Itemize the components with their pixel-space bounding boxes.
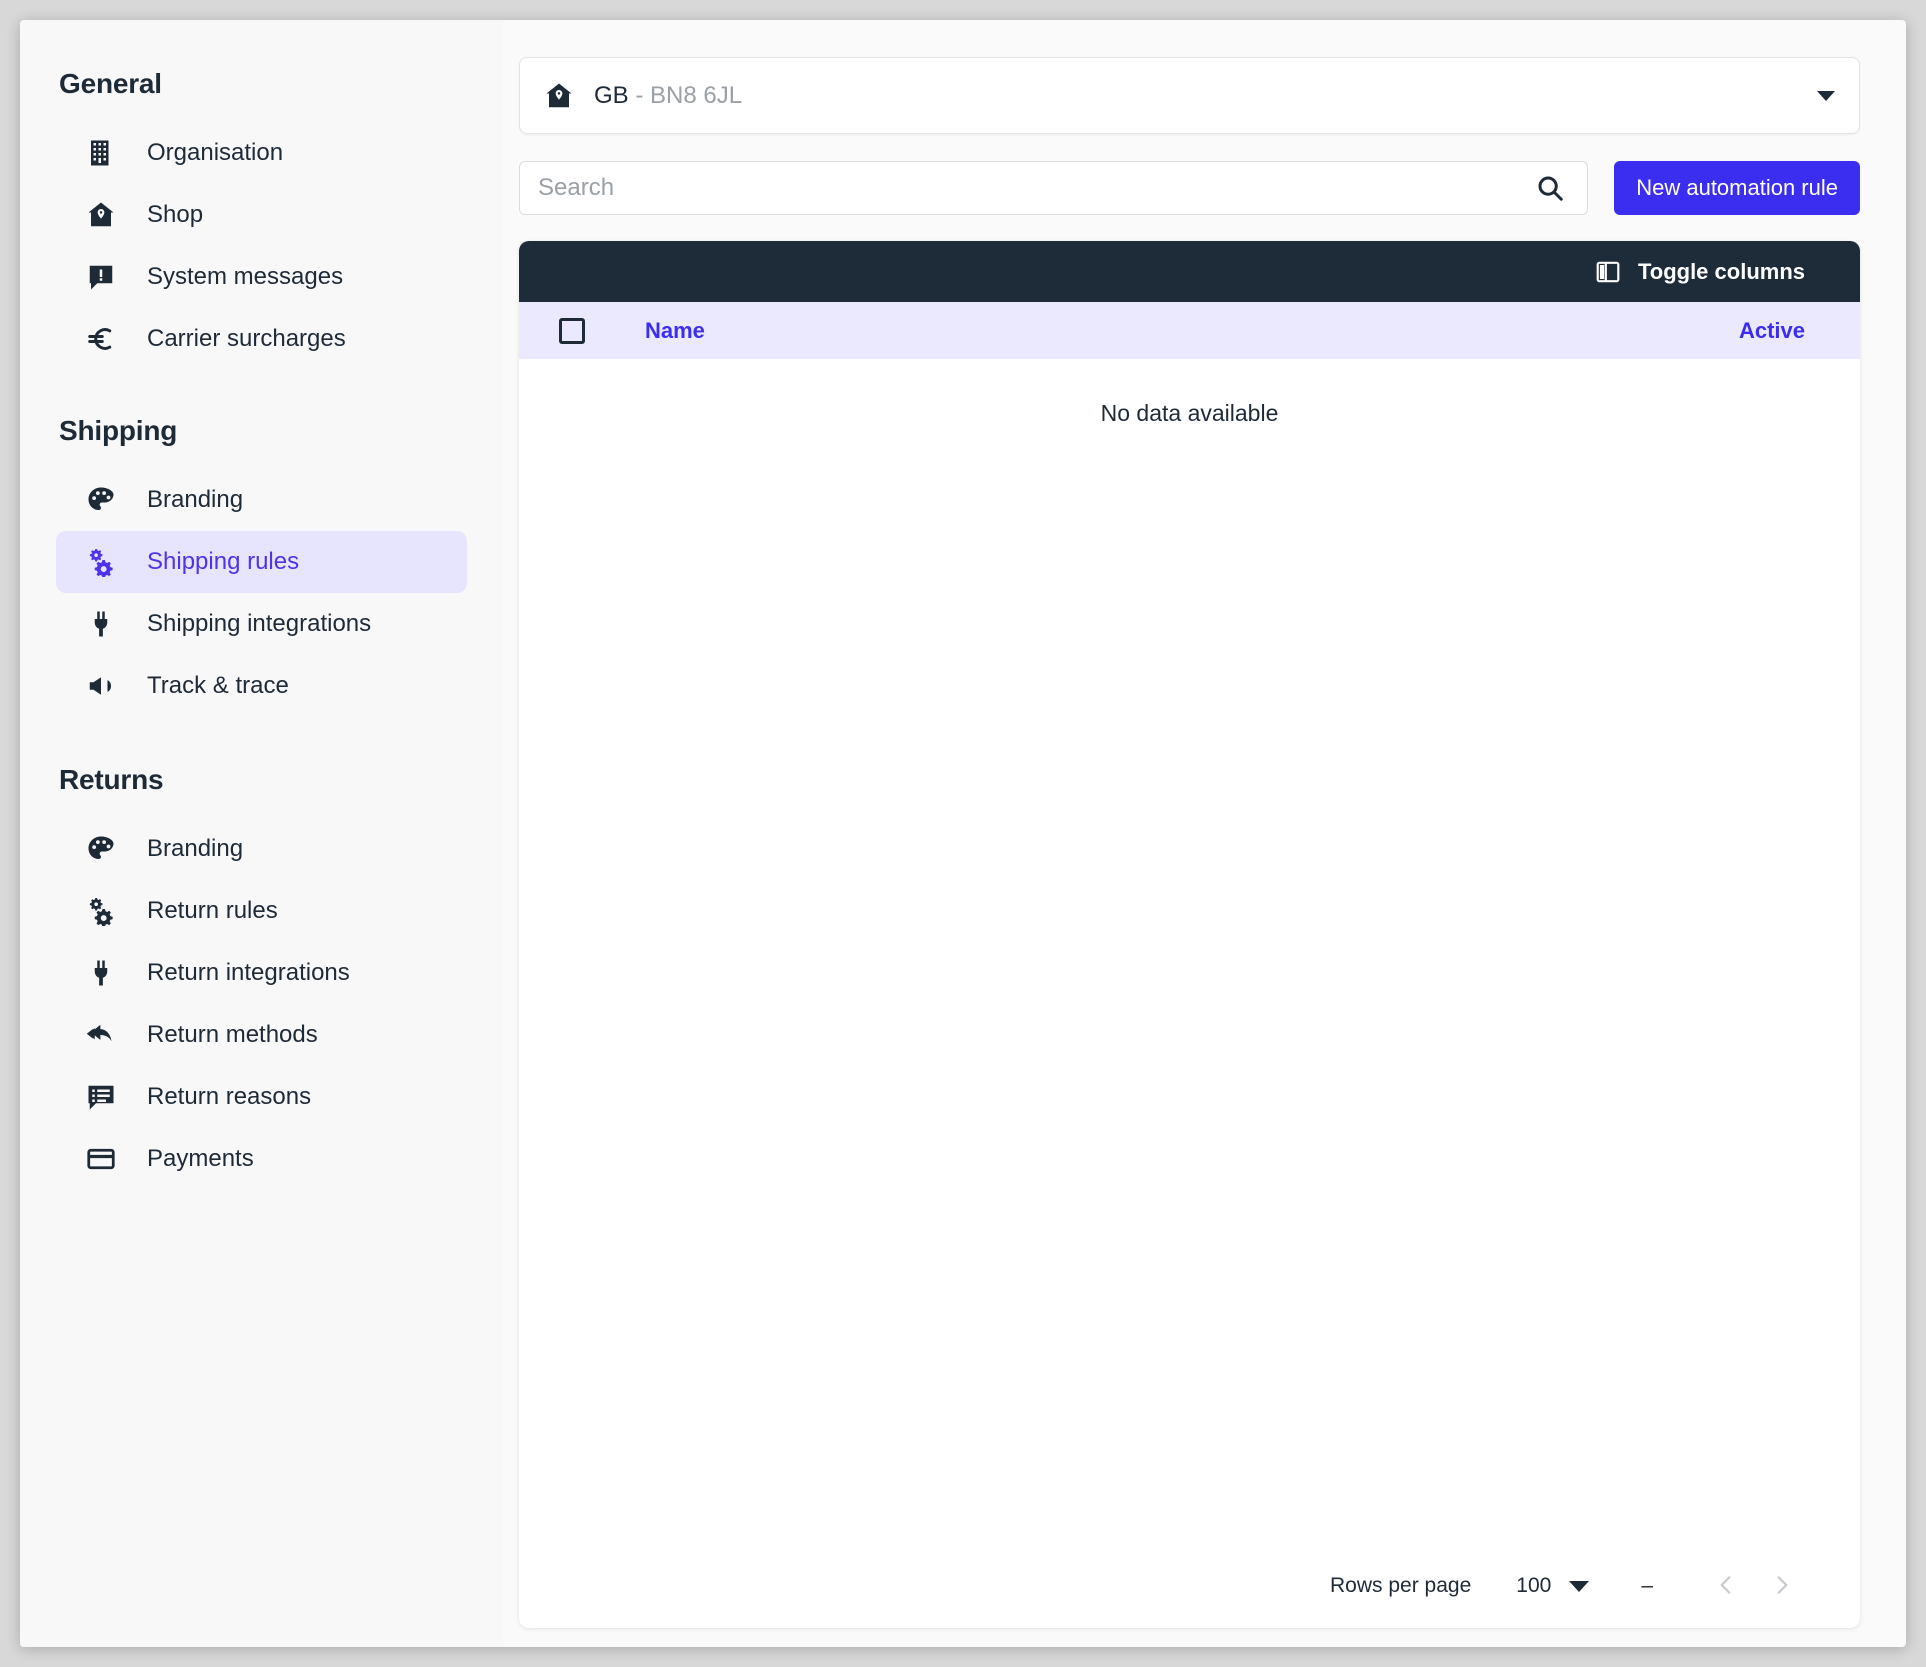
reply-all-icon xyxy=(84,1018,118,1052)
table-pagination: Rows per page 100 – xyxy=(519,1544,1860,1628)
sidebar-item-label: Return methods xyxy=(147,1021,318,1048)
euro-icon xyxy=(84,322,118,356)
search-and-actions-row: New automation rule xyxy=(519,161,1860,215)
plug-icon xyxy=(84,607,118,641)
sidebar-item-system-messages[interactable]: System messages xyxy=(56,246,467,308)
sidebar-group-title-general: General xyxy=(59,68,162,99)
chevron-left-icon xyxy=(1713,1572,1739,1601)
column-header-active[interactable]: Active xyxy=(1739,318,1805,344)
gears-icon xyxy=(84,545,118,579)
plug-icon xyxy=(84,956,118,990)
sidebar-item-label: Organisation xyxy=(147,139,284,166)
sidebar-item-label: Return rules xyxy=(147,897,278,924)
sidebar-item-label: System messages xyxy=(147,263,344,290)
sidebar-item-carrier-surcharges[interactable]: Carrier surcharges xyxy=(56,308,467,370)
sidebar-group-returns: Returns Branding Return rules Return int… xyxy=(20,717,503,1190)
shop-home-icon xyxy=(84,198,118,232)
rows-per-page-label: Rows per page xyxy=(1330,1574,1472,1597)
palette-icon xyxy=(84,832,118,866)
select-all-checkbox[interactable] xyxy=(559,317,585,344)
shop-selector[interactable]: GB - BN8 6JL xyxy=(519,57,1860,134)
sidebar-item-shipping-branding[interactable]: Branding xyxy=(56,469,467,531)
sidebar-item-label: Shipping integrations xyxy=(147,610,372,637)
shop-separator: - xyxy=(628,81,651,109)
chevron-right-icon xyxy=(1769,1572,1795,1601)
shop-selector-value: GB - BN8 6JL xyxy=(594,82,742,110)
sidebar-group-title-returns: Returns xyxy=(59,764,164,795)
sidebar-item-label: Shop xyxy=(147,201,204,228)
sidebar-item-return-integrations[interactable]: Return integrations xyxy=(56,942,467,1004)
next-page-button[interactable] xyxy=(1754,1558,1810,1614)
palette-icon xyxy=(84,483,118,517)
column-header-name[interactable]: Name xyxy=(645,318,705,344)
table-header-row: Name Active xyxy=(519,302,1860,359)
previous-page-button[interactable] xyxy=(1698,1558,1754,1614)
columns-icon xyxy=(1595,259,1621,285)
sidebar-item-return-methods[interactable]: Return methods xyxy=(56,1004,467,1066)
sidebar-item-track-and-trace[interactable]: Track & trace xyxy=(56,655,467,717)
shop-postcode: BN8 6JL xyxy=(650,81,743,109)
sidebar-item-label: Track & trace xyxy=(147,672,289,699)
search-box[interactable] xyxy=(519,161,1589,215)
toggle-columns-button[interactable]: Toggle columns xyxy=(1595,259,1805,285)
sidebar-item-payments[interactable]: Payments xyxy=(56,1128,467,1190)
message-list-icon xyxy=(84,1080,118,1114)
sidebar-item-return-reasons[interactable]: Return reasons xyxy=(56,1066,467,1128)
sidebar-item-return-rules[interactable]: Return rules xyxy=(56,880,467,942)
settings-window: General Organisation Shop System message… xyxy=(20,20,1906,1647)
gears-icon xyxy=(84,894,118,928)
shop-country: GB xyxy=(594,81,629,109)
table-toolbar: Toggle columns xyxy=(519,241,1860,302)
sidebar-group-shipping: Shipping Branding Shipping rules Shippin… xyxy=(20,370,503,717)
chevron-down-icon[interactable] xyxy=(1569,1580,1590,1592)
sidebar-group-title-shipping: Shipping xyxy=(59,415,178,446)
sidebar-item-label: Branding xyxy=(147,835,244,862)
sidebar-item-label: Payments xyxy=(147,1145,254,1172)
new-automation-rule-button[interactable]: New automation rule xyxy=(1614,161,1860,215)
sidebar-group-general: General Organisation Shop System message… xyxy=(20,20,503,370)
sidebar-item-label: Return reasons xyxy=(147,1083,312,1110)
sidebar-item-label: Carrier surcharges xyxy=(147,325,346,352)
rows-per-page-value[interactable]: 100 xyxy=(1516,1574,1551,1598)
empty-state-message: No data available xyxy=(1100,400,1279,426)
settings-sidebar: General Organisation Shop System message… xyxy=(20,20,503,1647)
message-alert-icon xyxy=(84,260,118,294)
sidebar-item-label: Shipping rules xyxy=(147,548,300,575)
shop-home-icon xyxy=(544,81,574,111)
building-icon xyxy=(84,136,118,170)
rules-table-card: Toggle columns Name Active No data avail… xyxy=(519,241,1860,1628)
sidebar-item-label: Return integrations xyxy=(147,959,350,986)
table-body: No data available xyxy=(519,359,1860,1544)
sidebar-item-returns-branding[interactable]: Branding xyxy=(56,818,467,880)
pagination-range-text: – xyxy=(1641,1574,1653,1597)
search-icon[interactable] xyxy=(1535,173,1565,203)
toggle-columns-label: Toggle columns xyxy=(1637,258,1805,284)
megaphone-icon xyxy=(84,669,118,703)
sidebar-item-shop[interactable]: Shop xyxy=(56,184,467,246)
main-content: GB - BN8 6JL New automation rule Toggle … xyxy=(503,20,1906,1647)
sidebar-item-shipping-integrations[interactable]: Shipping integrations xyxy=(56,593,467,655)
sidebar-item-shipping-rules[interactable]: Shipping rules xyxy=(56,531,467,593)
chevron-down-icon[interactable] xyxy=(1817,90,1835,101)
search-input[interactable] xyxy=(538,174,1536,202)
credit-card-icon xyxy=(84,1142,118,1176)
sidebar-item-label: Branding xyxy=(147,486,244,513)
sidebar-item-organisation[interactable]: Organisation xyxy=(56,122,467,184)
